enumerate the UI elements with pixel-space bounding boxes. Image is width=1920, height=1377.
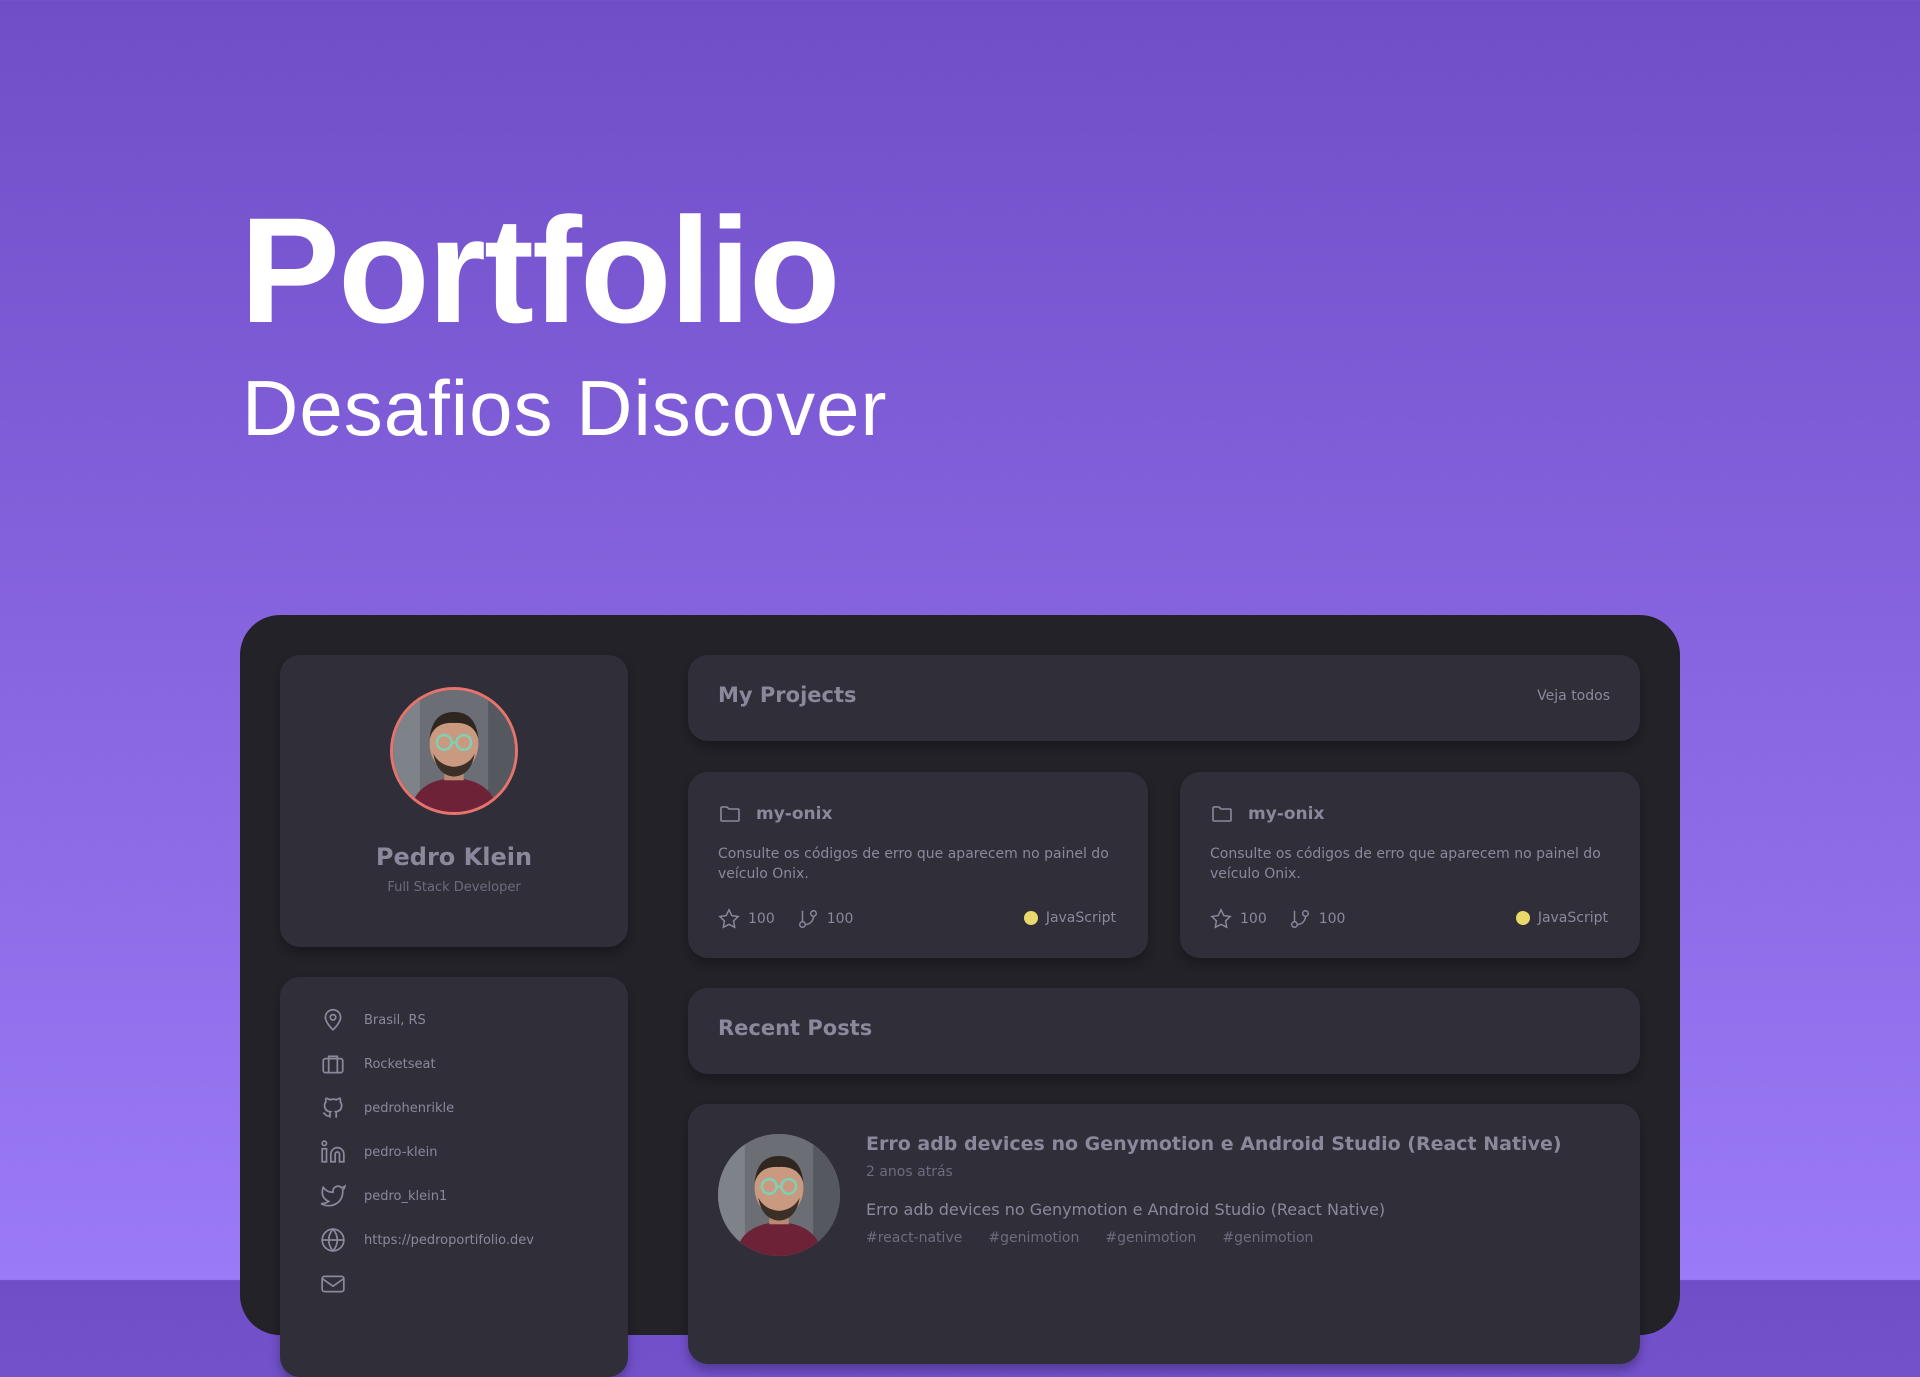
repo-forks: 100 xyxy=(1289,908,1346,930)
posts-title: Recent Posts xyxy=(718,1016,873,1040)
repo-card[interactable]: my-onix Consulte os códigos de erro que … xyxy=(688,772,1148,958)
post-tag[interactable]: #genimotion xyxy=(988,1230,1079,1246)
avatar xyxy=(390,687,518,815)
repo-stats: 100 100 xyxy=(1210,908,1367,930)
post-avatar xyxy=(718,1134,840,1256)
contact-info-card: Brasil, RS Rocketseat pedrohenrikle pedr… xyxy=(280,977,628,1377)
post-tags: #react-native #genimotion #genimotion #g… xyxy=(866,1230,1339,1246)
repo-stats: 100 100 xyxy=(718,908,875,930)
repo-forks: 100 xyxy=(797,908,854,930)
repo-name: my-onix xyxy=(756,804,833,824)
info-twitter[interactable]: pedro_klein1 xyxy=(320,1183,447,1209)
hero-title: Portfolio xyxy=(240,186,841,354)
info-website[interactable]: https://pedroportifolio.dev xyxy=(320,1227,534,1253)
repo-description: Consulte os códigos de erro que aparecem… xyxy=(1210,846,1601,882)
briefcase-icon xyxy=(320,1051,346,1077)
language-dot xyxy=(1023,911,1038,925)
portfolio-app-window: Pedro Klein Full Stack Developer Brasil,… xyxy=(240,615,1680,1377)
linkedin-icon xyxy=(320,1139,346,1165)
language-dot xyxy=(1515,911,1530,925)
profile-role: Full Stack Developer xyxy=(387,880,521,895)
folder-icon xyxy=(1212,806,1232,822)
mail-icon xyxy=(320,1271,346,1297)
repo-forks-count: 100 xyxy=(1318,911,1346,927)
repo-stars-count: 100 xyxy=(748,911,775,927)
post-tag[interactable]: #react-native xyxy=(866,1230,962,1246)
info-location-text: Brasil, RS xyxy=(364,1012,426,1028)
repo-name: my-onix xyxy=(1248,804,1325,824)
profile-card: Pedro Klein Full Stack Developer xyxy=(280,655,628,947)
twitter-icon xyxy=(320,1183,346,1209)
star-icon xyxy=(718,908,740,929)
repo-name-row: my-onix xyxy=(718,802,832,826)
info-github[interactable]: pedrohenrikle xyxy=(320,1095,454,1121)
profile-name: Pedro Klein xyxy=(375,843,533,871)
github-icon xyxy=(320,1095,346,1121)
map-pin-icon xyxy=(320,1007,346,1033)
repo-card[interactable]: my-onix Consulte os códigos de erro que … xyxy=(1180,772,1640,958)
info-website-text: https://pedroportifolio.dev xyxy=(364,1232,534,1248)
post-tag[interactable]: #genimotion xyxy=(1105,1230,1196,1246)
repo-description: Consulte os códigos de erro que aparecem… xyxy=(718,846,1109,882)
see-all-link[interactable]: Veja todos xyxy=(1537,688,1610,704)
projects-title: My Projects xyxy=(718,683,857,707)
globe-icon xyxy=(320,1227,346,1253)
repo-language-text: JavaScript xyxy=(1537,910,1608,926)
info-linkedin[interactable]: pedro-klein xyxy=(320,1139,437,1165)
repo-language: JavaScript xyxy=(1023,910,1116,926)
star-icon xyxy=(1210,908,1232,929)
info-linkedin-text: pedro-klein xyxy=(364,1144,438,1160)
post-title[interactable]: Erro adb devices no Genymotion e Android… xyxy=(866,1133,1562,1155)
folder-icon xyxy=(720,806,740,822)
repo-name-row: my-onix xyxy=(1210,802,1324,826)
info-twitter-text: pedro_klein1 xyxy=(364,1188,448,1204)
git-branch-icon xyxy=(798,910,817,928)
git-branch-icon xyxy=(1290,910,1309,928)
repo-language: JavaScript xyxy=(1515,910,1608,926)
repo-forks-count: 100 xyxy=(826,911,854,927)
post-excerpt: Erro adb devices no Genymotion e Android… xyxy=(866,1200,1386,1219)
info-company-text: Rocketseat xyxy=(364,1056,436,1072)
info-location: Brasil, RS xyxy=(320,1007,426,1033)
post-tag[interactable]: #genimotion xyxy=(1222,1230,1313,1246)
info-email[interactable] xyxy=(320,1271,364,1297)
repo-stars-count: 100 xyxy=(1240,911,1267,927)
repo-stars: 100 xyxy=(718,908,775,930)
projects-header: My Projects Veja todos xyxy=(688,655,1640,741)
info-company: Rocketseat xyxy=(320,1051,436,1077)
post-date: 2 anos atrás xyxy=(866,1164,953,1180)
repo-stars: 100 xyxy=(1210,908,1267,930)
repo-language-text: JavaScript xyxy=(1045,910,1116,926)
post-card[interactable]: Erro adb devices no Genymotion e Android… xyxy=(688,1104,1640,1364)
hero-subtitle: Desafios Discover xyxy=(242,364,888,452)
info-github-text: pedrohenrikle xyxy=(364,1100,455,1116)
posts-header: Recent Posts xyxy=(688,988,1640,1074)
